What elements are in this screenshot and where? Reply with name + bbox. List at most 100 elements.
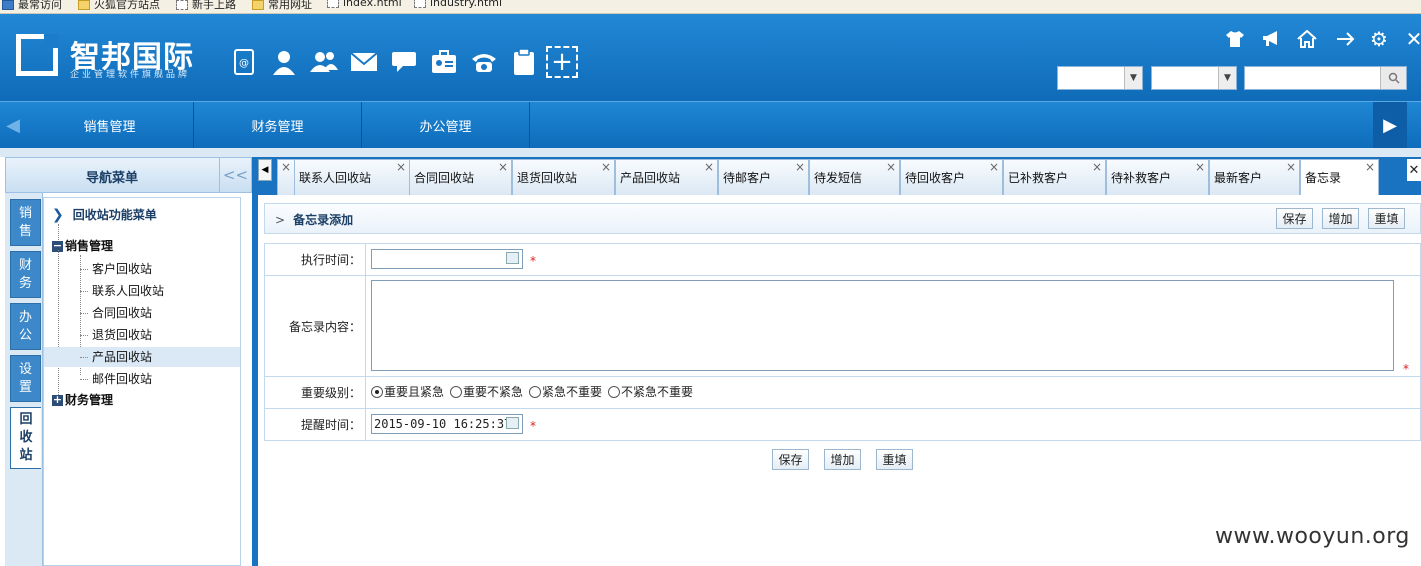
- tab-memo[interactable]: 备忘录 ×: [1300, 159, 1379, 195]
- level-radio-urgent-important[interactable]: 重要且紧急: [371, 383, 444, 400]
- bookmark-industry-html[interactable]: industry.html: [414, 0, 502, 9]
- nav-tab-sales[interactable]: 销售管理: [26, 102, 194, 148]
- save-button[interactable]: 保存: [1276, 208, 1313, 229]
- tab-return-recycle[interactable]: 退货回收站 ×: [512, 159, 615, 195]
- close-tab-icon[interactable]: ×: [1092, 160, 1102, 174]
- vtab-office[interactable]: 办公: [10, 303, 41, 350]
- nav-next-arrow-icon[interactable]: ▶: [1373, 102, 1407, 148]
- close-tab-icon[interactable]: ×: [704, 160, 714, 174]
- vtab-recycle-bin[interactable]: 回收站: [10, 407, 41, 469]
- address-book-icon[interactable]: @: [229, 46, 259, 78]
- shirt-icon[interactable]: [1223, 28, 1247, 50]
- bookmark-common-sites[interactable]: 常用网址: [252, 0, 312, 12]
- radio-icon[interactable]: [450, 385, 463, 398]
- remind-time-label: 提醒时间：: [265, 409, 366, 440]
- tree-item-product-recycle[interactable]: 产品回收站: [44, 347, 240, 367]
- header-search-input[interactable]: [1244, 66, 1407, 90]
- collapse-sidebar-icon[interactable]: <<: [219, 158, 251, 192]
- top-nav: ◀ 销售管理 财务管理 办公管理 ▶: [0, 101, 1421, 148]
- close-tab-icon[interactable]: ×: [601, 160, 611, 174]
- footer-reset-button[interactable]: 重填: [876, 449, 913, 470]
- radio-icon[interactable]: [608, 385, 621, 398]
- level-radio-important-not-urgent[interactable]: 重要不紧急: [450, 383, 523, 400]
- user-icon[interactable]: [269, 46, 299, 78]
- form-row-content: 备忘录内容： *: [265, 276, 1420, 377]
- level-radio-urgent-not-important[interactable]: 紧急不重要: [529, 383, 602, 400]
- page-icon: [414, 0, 426, 8]
- close-tab-icon[interactable]: ×: [498, 160, 508, 174]
- radio-icon[interactable]: [529, 385, 542, 398]
- add-icon[interactable]: +: [546, 46, 578, 78]
- tree-item-contract-recycle[interactable]: 合同回收站: [84, 303, 240, 323]
- close-tab-icon[interactable]: ×: [396, 160, 406, 174]
- close-all-tabs-icon[interactable]: ✕: [1407, 159, 1421, 181]
- tabs-scroll-left-icon[interactable]: ◀: [258, 159, 272, 181]
- bookmark-getting-started[interactable]: 新手上路: [176, 0, 236, 12]
- tree-item-mail-recycle[interactable]: 邮件回收站: [84, 369, 240, 389]
- tab-remedied-customers[interactable]: 已补救客户 ×: [1003, 159, 1106, 195]
- radio-checked-icon[interactable]: [371, 385, 383, 398]
- vtab-finance[interactable]: 财务: [10, 251, 41, 298]
- tree-group-finance[interactable]: + 财务管理: [52, 391, 113, 408]
- close-tab-icon[interactable]: ×: [886, 160, 896, 174]
- app-header: 智邦国际 企业管理软件旗舰品牌 @ + ⚙ ✕ ▼ ▼: [0, 14, 1421, 101]
- phone-icon[interactable]: [469, 46, 499, 78]
- tree-item-contact-recycle[interactable]: 联系人回收站: [84, 281, 240, 301]
- nav-tab-office[interactable]: 办公管理: [362, 102, 530, 148]
- tab-pending-recycle-customers[interactable]: 待回收客户 ×: [900, 159, 1003, 195]
- remind-time-input[interactable]: 2015-09-10 16:25:37: [371, 414, 523, 434]
- tree-item-customer-recycle[interactable]: 客户回收站: [84, 259, 240, 279]
- required-mark: *: [1403, 362, 1409, 376]
- vtab-settings[interactable]: 设置: [10, 355, 41, 402]
- search-icon[interactable]: [1380, 67, 1406, 89]
- level-radio-neither[interactable]: 不紧急不重要: [608, 383, 693, 400]
- close-tab-icon[interactable]: ×: [989, 160, 999, 174]
- footer-add-button[interactable]: 增加: [824, 449, 861, 470]
- header-select-1[interactable]: ▼: [1057, 66, 1143, 90]
- close-tab-icon[interactable]: ×: [795, 160, 805, 174]
- expand-icon[interactable]: +: [52, 394, 63, 406]
- home-icon[interactable]: [1295, 28, 1319, 50]
- mail-icon[interactable]: [349, 46, 379, 78]
- megaphone-icon[interactable]: [1259, 28, 1283, 50]
- chat-icon[interactable]: [389, 46, 419, 78]
- tab-new-customers[interactable]: 最新客户 ×: [1209, 159, 1300, 195]
- tab-product-recycle[interactable]: 产品回收站 ×: [615, 159, 718, 195]
- tab-contract-recycle[interactable]: 合同回收站 ×: [409, 159, 512, 195]
- tree-item-return-recycle[interactable]: 退货回收站: [84, 325, 240, 345]
- calendar-icon[interactable]: [506, 252, 519, 264]
- close-tab-icon[interactable]: ×: [281, 160, 291, 174]
- nav-prev-arrow-icon[interactable]: ◀: [0, 102, 26, 148]
- footer-save-button[interactable]: 保存: [772, 449, 809, 470]
- bookmarks-bar: 最常访问 火狐官方站点 新手上路 常用网址 index.html industr…: [0, 0, 1421, 14]
- nav-tab-finance[interactable]: 财务管理: [194, 102, 362, 148]
- tab-pending-sms[interactable]: 待发短信 ×: [809, 159, 900, 195]
- close-tab-icon[interactable]: ×: [1286, 160, 1296, 174]
- users-icon[interactable]: [309, 46, 339, 78]
- chevron-down-icon: ▼: [1218, 67, 1236, 89]
- content-tabstrip: ◀ × 联系人回收站 × 合同回收站 × 退货回收站 × 产品回收站 × 待邮客户 × 待…: [258, 157, 1421, 195]
- id-card-icon[interactable]: [429, 46, 459, 78]
- header-select-2[interactable]: ▼: [1151, 66, 1237, 90]
- tab-contact-recycle[interactable]: 联系人回收站 ×: [294, 159, 410, 195]
- bookmark-index-html[interactable]: index.html: [327, 0, 402, 9]
- tab-pending-remedy-customers[interactable]: 待补救客户 ×: [1106, 159, 1209, 195]
- bookmark-firefox-sites[interactable]: 火狐官方站点: [78, 0, 160, 12]
- tree-group-sales[interactable]: − 销售管理: [52, 237, 113, 254]
- add-button[interactable]: 增加: [1322, 208, 1359, 229]
- close-icon[interactable]: ✕: [1402, 27, 1421, 51]
- tab-overflow[interactable]: ×: [277, 159, 295, 195]
- bookmark-most-visited[interactable]: 最常访问: [2, 0, 62, 12]
- reset-button[interactable]: 重填: [1368, 208, 1405, 229]
- close-tab-icon[interactable]: ×: [1365, 160, 1375, 174]
- arrow-right-icon[interactable]: [1334, 28, 1358, 50]
- exec-time-input[interactable]: [371, 249, 523, 269]
- content-label: 备忘录内容：: [265, 276, 366, 376]
- calendar-icon[interactable]: [506, 417, 519, 429]
- gear-icon[interactable]: ⚙: [1367, 27, 1391, 51]
- memo-content-textarea[interactable]: [371, 280, 1394, 371]
- clipboard-icon[interactable]: [509, 46, 539, 78]
- close-tab-icon[interactable]: ×: [1195, 160, 1205, 174]
- vtab-sales[interactable]: 销售: [10, 199, 41, 246]
- tab-pending-mail-customers[interactable]: 待邮客户 ×: [718, 159, 809, 195]
